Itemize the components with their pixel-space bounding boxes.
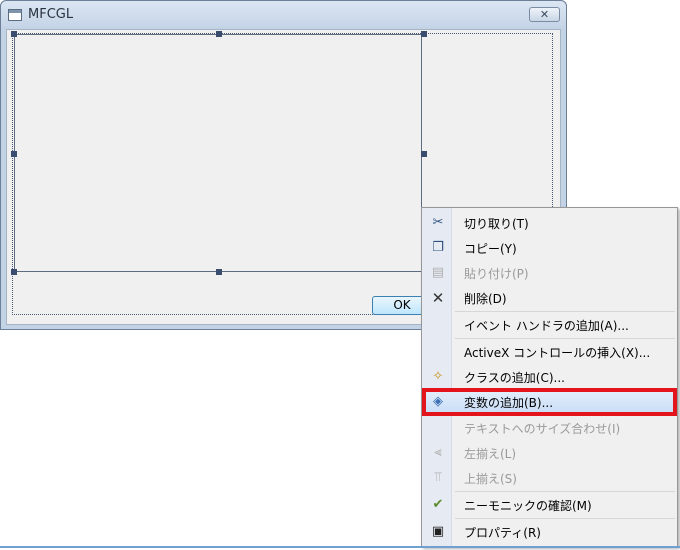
paste-icon: ▤ (431, 265, 445, 280)
menu-item-size-to-content[interactable]: テキストへのサイズ合わせ(I) (424, 416, 675, 440)
properties-icon: ▣ (431, 524, 445, 539)
align-top-icon: ⫪ (434, 470, 442, 485)
resize-handle[interactable] (421, 31, 427, 37)
check-mnemonics-icon: ✔ (432, 497, 444, 512)
menu-item-properties[interactable]: ▣ プロパティ(R) (424, 520, 675, 544)
menu-separator (455, 311, 675, 312)
menu-item-label: コピー(Y) (464, 242, 517, 256)
resize-handle[interactable] (11, 31, 17, 37)
menu-item-label: テキストへのサイズ合わせ(I) (464, 422, 621, 436)
resize-handle[interactable] (11, 269, 17, 275)
bottom-edge-line (0, 546, 680, 548)
add-class-icon: ✧ (432, 369, 444, 384)
resize-handle[interactable] (216, 269, 222, 275)
menu-item-insert-activex[interactable]: ActiveX コントロールの挿入(X)... (424, 340, 675, 364)
menu-item-label: ActiveX コントロールの挿入(X)... (464, 346, 651, 360)
menu-item-paste[interactable]: ▤ 貼り付け(P) (424, 261, 675, 285)
context-menu: ✂ 切り取り(T) ❐ コピー(Y) ▤ 貼り付け(P) ✕ 削除(D) イベン… (421, 207, 678, 547)
window-icon (8, 9, 22, 21)
selected-control[interactable] (14, 34, 422, 272)
copy-icon: ❐ (432, 240, 444, 255)
title-bar[interactable]: MFCGL ✕ (1, 1, 566, 29)
scissors-icon: ✂ (432, 215, 444, 230)
align-left-icon: ⫷ (434, 445, 442, 460)
delete-icon: ✕ (431, 289, 445, 307)
menu-item-check-mnemonics[interactable]: ✔ ニーモニックの確認(M) (424, 493, 675, 517)
close-button[interactable]: ✕ (529, 7, 560, 22)
menu-item-label: プロパティ(R) (464, 526, 541, 540)
resize-handle[interactable] (421, 151, 427, 157)
menu-item-label: 左揃え(L) (464, 447, 517, 461)
menu-item-label: 上揃え(S) (464, 472, 517, 486)
menu-separator (455, 518, 675, 519)
menu-item-label: ニーモニックの確認(M) (464, 499, 592, 513)
menu-item-label: 切り取り(T) (464, 217, 529, 231)
menu-item-add-class[interactable]: ✧ クラスの追加(C)... (424, 365, 675, 389)
menu-item-align-left[interactable]: ⫷ 左揃え(L) (424, 441, 675, 465)
window-title: MFCGL (28, 7, 74, 22)
menu-separator (455, 338, 675, 339)
menu-item-label: 削除(D) (464, 292, 507, 306)
annotation-highlight (422, 388, 677, 416)
resize-handle[interactable] (216, 31, 222, 37)
menu-item-cut[interactable]: ✂ 切り取り(T) (424, 211, 675, 235)
menu-item-label: 貼り付け(P) (464, 267, 529, 281)
menu-item-delete[interactable]: ✕ 削除(D) (424, 286, 675, 310)
menu-separator (455, 491, 675, 492)
resize-handle[interactable] (11, 151, 17, 157)
menu-item-label: イベント ハンドラの追加(A)... (464, 319, 629, 333)
menu-item-label: クラスの追加(C)... (464, 371, 565, 385)
menu-item-add-event-handler[interactable]: イベント ハンドラの追加(A)... (424, 313, 675, 337)
menu-item-align-top[interactable]: ⫪ 上揃え(S) (424, 466, 675, 490)
menu-item-copy[interactable]: ❐ コピー(Y) (424, 236, 675, 260)
